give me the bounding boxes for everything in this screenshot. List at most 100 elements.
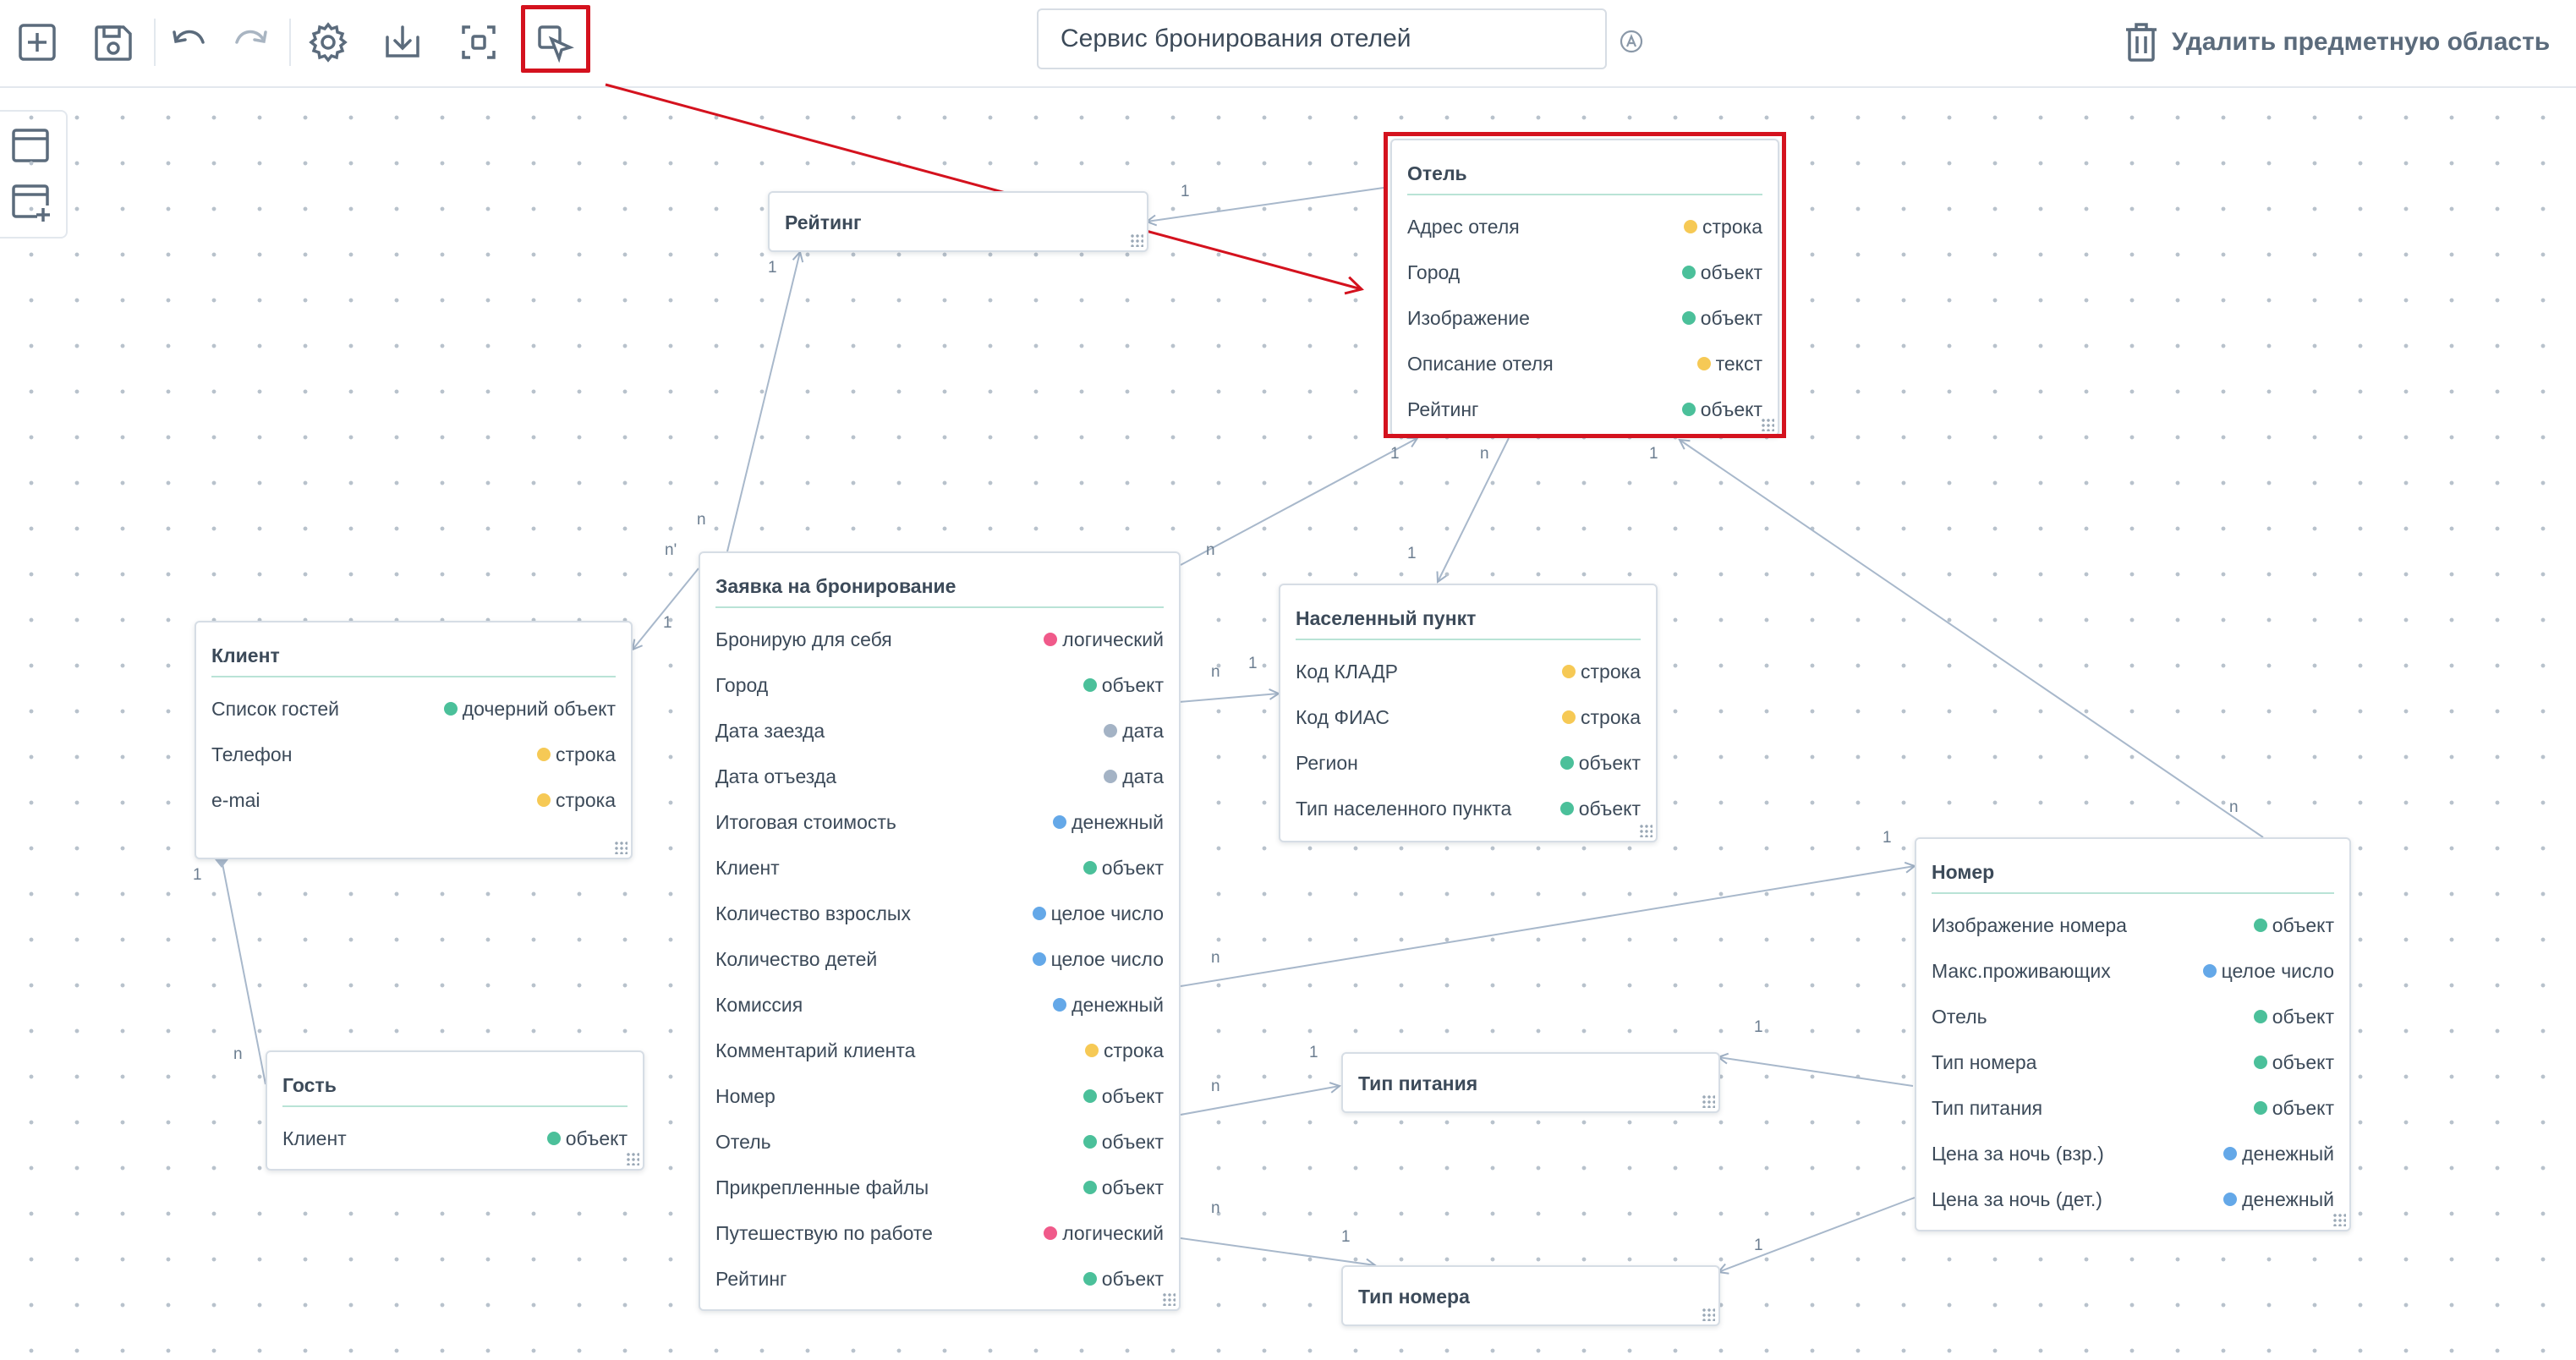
attribute-row[interactable]: Количество детей целое число [715,936,1164,982]
redo-button[interactable] [223,15,277,69]
settings-button[interactable] [301,15,355,69]
entity-title[interactable]: Клиент [211,622,616,677]
type-dot-icon [1082,678,1097,692]
attribute-type-label: объект [2272,913,2334,936]
attribute-row[interactable]: Путешествую по работе логический [715,1210,1164,1256]
cardinality-mark: n [1211,1199,1220,1217]
entity-title[interactable]: Заявка на бронирование [715,553,1164,608]
undo-button[interactable] [162,15,216,69]
entity-title[interactable]: Тип номера [1358,1267,1703,1317]
type-dot-icon [1032,907,1046,920]
attribute-type: объект [1082,674,1164,697]
attribute-row[interactable]: Номер объект [715,1073,1164,1119]
attribute-row[interactable]: Цена за ночь (взр.) денежный [1932,1131,2334,1176]
cardinality-mark: 1 [1309,1044,1318,1061]
cardinality-mark: 1 [1181,183,1190,200]
attribute-row[interactable]: Итоговая стоимость денежный [715,799,1164,845]
entity-card-guest[interactable]: Гость Клиент объект [266,1050,644,1171]
delete-domain-button[interactable]: Удалить предметную область [2123,19,2550,66]
attribute-label: Путешествую по работе [715,1221,933,1244]
attribute-row[interactable]: Макс.проживающих целое число [1932,948,2334,994]
attribute-row[interactable]: Рейтинг объект [715,1256,1164,1302]
attribute-type: денежный [2223,1143,2334,1165]
entity-title[interactable]: Номер [1932,839,2334,894]
attribute-type: денежный [1053,994,1164,1017]
attribute-row[interactable]: Отель объект [715,1119,1164,1165]
domain-name-input[interactable] [1037,8,1607,69]
entity-card-rating[interactable]: Рейтинг [768,191,1148,252]
attribute-row[interactable]: Тип населенного пункта объект [1296,786,1641,831]
attribute-type-label: объект [1101,1267,1164,1290]
cardinality-mark: n [1206,541,1215,559]
attribute-row[interactable]: Тип питания объект [1932,1085,2334,1131]
resize-handle-icon[interactable] [1702,1094,1715,1108]
entity-card-room[interactable]: Номер Изображение номера объект Макс.прожив… [1915,837,2351,1231]
save-button[interactable] [86,15,140,69]
attribute-row[interactable]: e-mai строка [211,777,616,823]
entity-card-locality[interactable]: Населенный пункт Код КЛАДР строка Код ФИАС с… [1279,584,1658,842]
attribute-type: объект [1082,1131,1164,1154]
cardinality-mark: n [2229,798,2239,816]
resize-handle-icon[interactable] [1702,1308,1715,1321]
entity-card-client[interactable]: Клиент Список гостей дочерний объект Телефо… [195,621,633,859]
attribute-type: объект [2253,913,2334,937]
type-dot-icon [1085,1044,1099,1057]
plus-square-icon [19,24,56,61]
attribute-row[interactable]: Комиссия денежный [715,982,1164,1028]
entity-title[interactable]: Населенный пункт [1296,585,1641,640]
attribute-row[interactable]: Код КЛАДР строка [1296,649,1641,694]
attribute-row[interactable]: Комментарий клиента строка [715,1028,1164,1073]
entity-card-booking[interactable]: Заявка на бронирование Бронирую для себя л… [699,551,1181,1311]
attribute-label: Город [715,673,769,696]
resize-handle-icon[interactable] [1130,233,1143,247]
attribute-row[interactable]: Отель объект [1932,994,2334,1039]
resize-handle-icon[interactable] [614,841,628,854]
attribute-type: денежный [1053,811,1164,834]
attribute-row[interactable]: Город объект [715,662,1164,708]
attribute-row[interactable]: Тип номера объект [1932,1039,2334,1085]
attribute-row[interactable]: Изображение номера объект [1932,902,2334,948]
entity-title[interactable]: Гость [282,1052,628,1107]
entity-card-meal[interactable]: Тип питания [1341,1052,1720,1113]
attribute-type-label: целое число [1050,947,1164,970]
attribute-label: Цена за ночь (дет.) [1932,1187,2102,1210]
attribute-type: объект [2253,1097,2334,1120]
resize-handle-icon[interactable] [1162,1292,1176,1306]
entity-title[interactable]: Тип питания [1358,1054,1703,1104]
resize-handle-icon[interactable] [626,1152,639,1165]
attribute-label: Отель [1932,1005,1987,1028]
resize-handle-icon[interactable] [2332,1213,2346,1226]
add-button[interactable] [10,15,64,69]
attribute-row[interactable]: Дата отъезда дата [715,754,1164,799]
attribute-row[interactable]: Клиент объект [715,845,1164,891]
cardinality-mark: 1 [1649,445,1658,463]
cardinality-mark: 1 [1883,829,1892,847]
attribute-row[interactable]: Бронирую для себя логический [715,617,1164,662]
attribute-row[interactable]: Количество взрослых целое число [715,891,1164,936]
entity-title[interactable]: Рейтинг [785,193,1132,243]
attribute-type-label: объект [1578,797,1641,820]
attribute-type: логический [1044,1222,1164,1245]
attribute-row[interactable]: Код ФИАС строка [1296,694,1641,740]
attribute-type: дочерний объект [443,698,616,721]
attribute-type-label: строка [1104,1039,1164,1061]
attribute-row[interactable]: Телефон строка [211,732,616,777]
attribute-row[interactable]: Дата заезда дата [715,708,1164,754]
resize-handle-icon[interactable] [1639,824,1652,837]
auto-icon[interactable] [1619,29,1644,54]
attribute-row[interactable]: Список гостей дочерний объект [211,686,616,732]
attribute-row[interactable]: Прикрепленные файлы объект [715,1165,1164,1210]
attribute-row[interactable]: Клиент объект [282,1116,628,1161]
attribute-row[interactable]: Регион объект [1296,740,1641,786]
attribute-label: Тип питания [1932,1096,2043,1119]
attribute-label: Комиссия [715,993,803,1016]
cardinality-mark: 1 [1248,655,1258,672]
attribute-type-label: строка [1581,660,1641,683]
toolbar: Удалить предметную область [0,0,2576,88]
focus-button[interactable] [452,15,506,69]
entity-card-room-type[interactable]: Тип номера [1341,1265,1720,1326]
attribute-row[interactable]: Цена за ночь (дет.) денежный [1932,1176,2334,1222]
attribute-type-label: денежный [2242,1142,2334,1165]
attribute-label: Клиент [282,1127,347,1149]
download-button[interactable] [375,15,430,69]
